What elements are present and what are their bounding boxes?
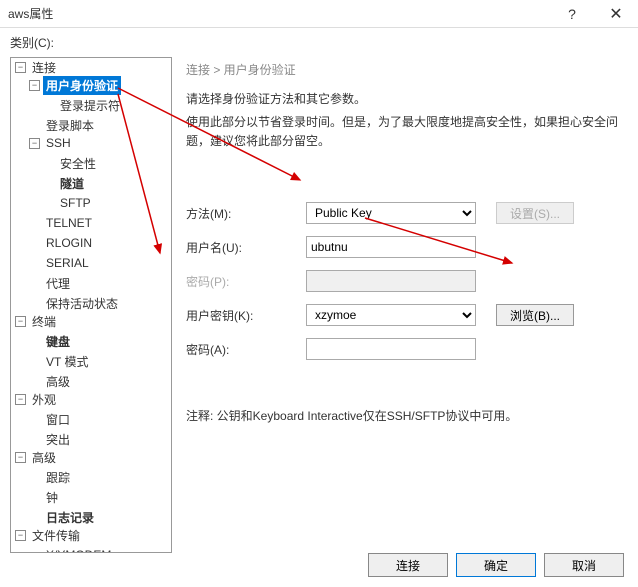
tree-item-label[interactable]: SSH bbox=[43, 135, 74, 151]
tree-toggle-icon[interactable]: − bbox=[29, 138, 40, 149]
tree-toggle-icon[interactable]: − bbox=[15, 62, 26, 73]
tree-item[interactable]: RLOGIN bbox=[11, 234, 171, 252]
tree-item[interactable]: −连接 bbox=[11, 58, 171, 76]
tree-item-label[interactable]: 高级 bbox=[29, 448, 59, 467]
tree-item-label[interactable]: 跟踪 bbox=[43, 468, 73, 487]
footer-buttons: 连接 确定 取消 bbox=[368, 553, 624, 577]
tree-item-label[interactable]: 登录提示符 bbox=[57, 96, 123, 115]
tree-item-label[interactable]: 登录脚本 bbox=[43, 116, 97, 135]
tree-item-label[interactable]: 代理 bbox=[43, 274, 73, 293]
tree-item-label[interactable]: 保持活动状态 bbox=[43, 294, 121, 313]
close-button[interactable]: ✕ bbox=[594, 0, 638, 28]
settings-button: 设置(S)... bbox=[496, 202, 574, 224]
tree-item-label[interactable]: 安全性 bbox=[57, 154, 99, 173]
tree-item[interactable]: 保持活动状态 bbox=[11, 294, 171, 312]
tree-item[interactable]: 登录脚本 bbox=[11, 116, 171, 134]
tree-item[interactable]: −外观 bbox=[11, 390, 171, 408]
window-controls: ? ✕ bbox=[550, 0, 638, 28]
username-label: 用户名(U): bbox=[186, 239, 306, 256]
tree-item-label[interactable]: 文件传输 bbox=[29, 526, 83, 545]
breadcrumb: 连接 > 用户身份验证 bbox=[186, 61, 624, 78]
tree-item[interactable]: 登录提示符 bbox=[11, 96, 171, 114]
tree-item-label[interactable]: 突出 bbox=[43, 430, 73, 449]
tree-item[interactable]: 钟 bbox=[11, 488, 171, 506]
tree-item-label[interactable]: X/YMODEM bbox=[43, 547, 114, 553]
tree-item[interactable]: 跟踪 bbox=[11, 468, 171, 486]
titlebar: aws属性 ? ✕ bbox=[0, 0, 638, 28]
tree-item-label[interactable]: 外观 bbox=[29, 390, 59, 409]
description-sub: 使用此部分以节省登录时间。但是，为了最大限度地提高安全性，如果担心安全问题，建议… bbox=[186, 113, 624, 151]
userkey-label: 用户密钥(K): bbox=[186, 307, 306, 324]
username-input[interactable] bbox=[306, 236, 476, 258]
tree-item[interactable]: TELNET bbox=[11, 214, 171, 232]
tree-item[interactable]: SERIAL bbox=[11, 254, 171, 272]
method-label: 方法(M): bbox=[186, 205, 306, 222]
category-tree[interactable]: −连接−用户身份验证登录提示符登录脚本−SSH安全性隧道SFTPTELNETRL… bbox=[10, 57, 172, 553]
userkey-select[interactable]: xzymoe bbox=[306, 304, 476, 326]
tree-item[interactable]: −SSH bbox=[11, 134, 171, 152]
tree-toggle-icon[interactable]: − bbox=[29, 80, 40, 91]
tree-item[interactable]: 突出 bbox=[11, 430, 171, 448]
tree-item[interactable]: 高级 bbox=[11, 372, 171, 390]
content-panel: 连接 > 用户身份验证 请选择身份验证方法和其它参数。 使用此部分以节省登录时间… bbox=[172, 53, 638, 555]
password-label: 密码(P): bbox=[186, 273, 306, 290]
tree-item[interactable]: −文件传输 bbox=[11, 526, 171, 544]
tree-item-label[interactable]: 高级 bbox=[43, 372, 73, 391]
ok-button[interactable]: 确定 bbox=[456, 553, 536, 577]
tree-item-label[interactable]: SFTP bbox=[57, 195, 94, 211]
tree-item[interactable]: SFTP bbox=[11, 194, 171, 212]
tree-toggle-icon[interactable]: − bbox=[15, 316, 26, 327]
tree-item-label[interactable]: 日志记录 bbox=[43, 508, 97, 527]
tree-item[interactable]: −终端 bbox=[11, 312, 171, 330]
password-input bbox=[306, 270, 476, 292]
tree-item[interactable]: 日志记录 bbox=[11, 508, 171, 526]
tree-item[interactable]: 窗口 bbox=[11, 410, 171, 428]
tree-item[interactable]: 键盘 bbox=[11, 332, 171, 350]
cancel-button[interactable]: 取消 bbox=[544, 553, 624, 577]
tree-item-label[interactable]: TELNET bbox=[43, 215, 95, 231]
tree-item-label[interactable]: VT 模式 bbox=[43, 352, 91, 371]
connect-button[interactable]: 连接 bbox=[368, 553, 448, 577]
tree-item-label[interactable]: RLOGIN bbox=[43, 235, 95, 251]
tree-item-label[interactable]: 用户身份验证 bbox=[43, 76, 121, 95]
tree-item-label[interactable]: 键盘 bbox=[43, 332, 73, 351]
category-label: 类别(C): bbox=[0, 28, 638, 53]
note-text: 注释: 公钥和Keyboard Interactive仅在SSH/SFTP协议中… bbox=[186, 407, 624, 424]
passphrase-label: 密码(A): bbox=[186, 341, 306, 358]
passphrase-input[interactable] bbox=[306, 338, 476, 360]
tree-item[interactable]: VT 模式 bbox=[11, 352, 171, 370]
tree-toggle-icon[interactable]: − bbox=[15, 452, 26, 463]
tree-item[interactable]: −用户身份验证 bbox=[11, 76, 171, 94]
tree-item[interactable]: 安全性 bbox=[11, 154, 171, 172]
tree-item[interactable]: −高级 bbox=[11, 448, 171, 466]
tree-item-label[interactable]: 钟 bbox=[43, 488, 61, 507]
window-title: aws属性 bbox=[8, 5, 53, 22]
tree-item-label[interactable]: 窗口 bbox=[43, 410, 73, 429]
tree-toggle-icon[interactable]: − bbox=[15, 530, 26, 541]
description-main: 请选择身份验证方法和其它参数。 bbox=[186, 90, 624, 107]
tree-item[interactable]: X/YMODEM bbox=[11, 546, 171, 553]
tree-item[interactable]: 代理 bbox=[11, 274, 171, 292]
tree-toggle-icon[interactable]: − bbox=[15, 394, 26, 405]
browse-button[interactable]: 浏览(B)... bbox=[496, 304, 574, 326]
help-button[interactable]: ? bbox=[550, 0, 594, 28]
tree-item-label[interactable]: 隧道 bbox=[57, 174, 87, 193]
tree-item-label[interactable]: 终端 bbox=[29, 312, 59, 331]
method-select[interactable]: Public Key bbox=[306, 202, 476, 224]
tree-item-label[interactable]: SERIAL bbox=[43, 255, 92, 271]
tree-item-label[interactable]: 连接 bbox=[29, 58, 59, 77]
tree-item[interactable]: 隧道 bbox=[11, 174, 171, 192]
